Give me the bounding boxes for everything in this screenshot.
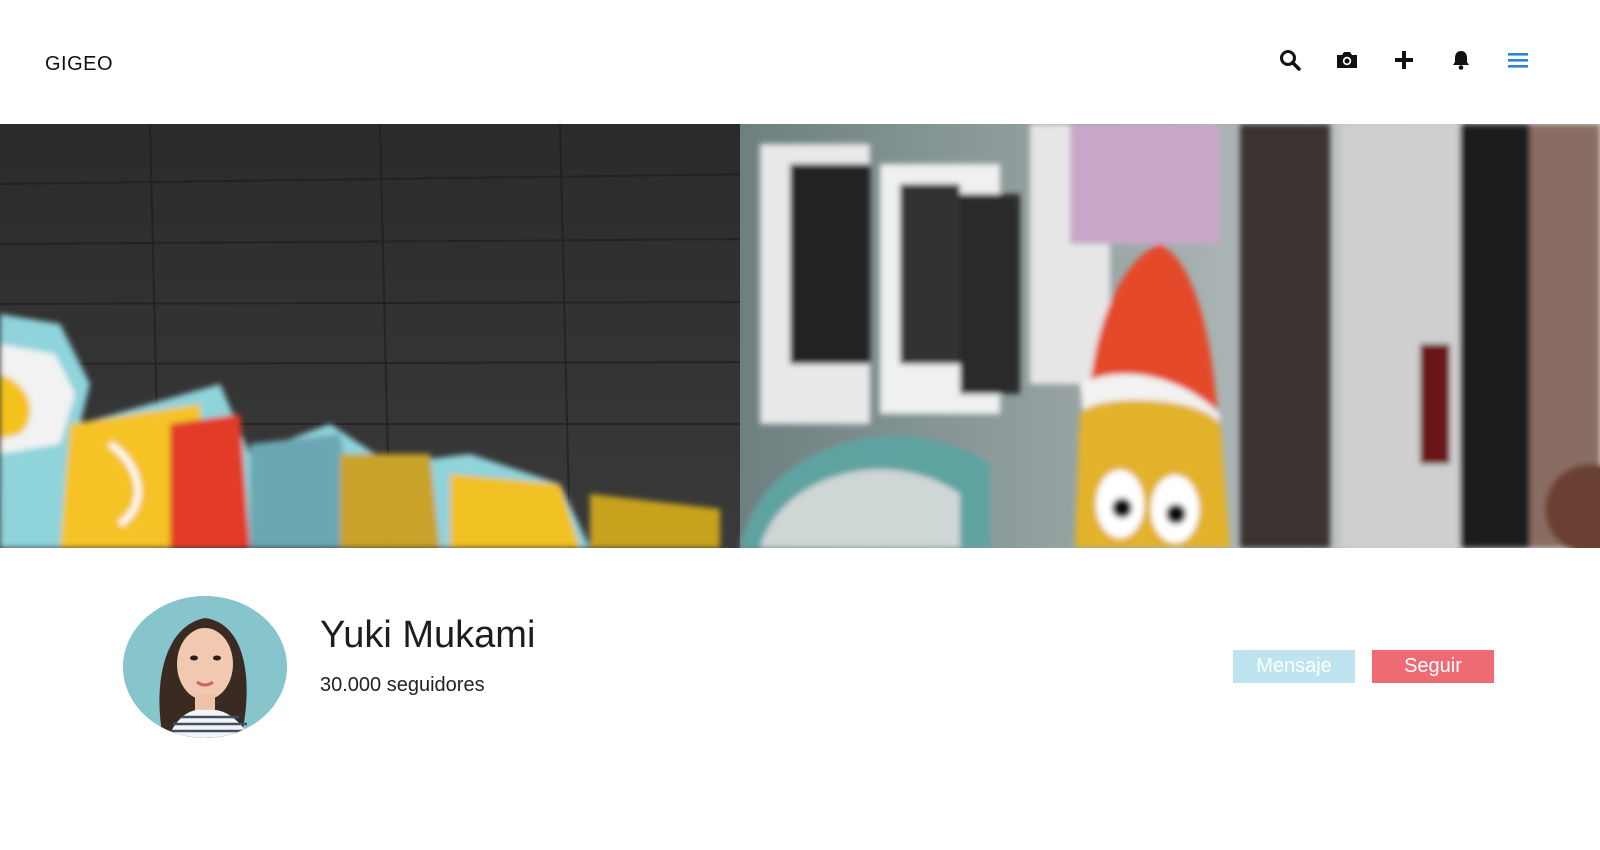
graffiti-banner-image [0,124,1600,548]
nav-icon-group [1278,48,1530,72]
top-navbar: GIGEO [0,0,1600,124]
menu-icon[interactable] [1506,48,1530,72]
followers-count: 30.000 seguidores [320,674,485,696]
cover-banner [0,124,1600,548]
camera-icon[interactable] [1335,48,1359,72]
bell-icon[interactable] [1449,48,1473,72]
avatar[interactable] [123,596,287,738]
brand-logo[interactable]: GIGEO [45,53,113,76]
profile-name: Yuki Mukami [320,614,536,656]
search-icon[interactable] [1278,48,1302,72]
follow-button[interactable]: Seguir [1372,650,1494,683]
plus-icon[interactable] [1392,48,1416,72]
profile-section: Yuki Mukami 30.000 seguidores Mensaje Se… [0,548,1600,850]
message-button[interactable]: Mensaje [1233,650,1355,683]
